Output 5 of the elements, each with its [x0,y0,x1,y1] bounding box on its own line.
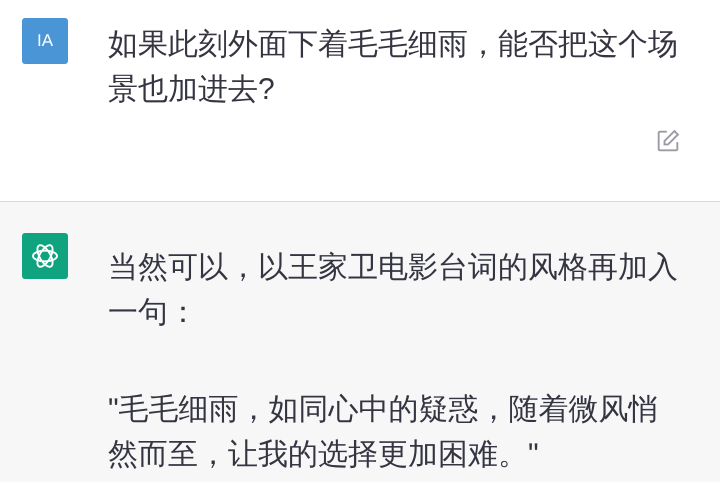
message-text: "毛毛细雨，如同心中的疑惑，随着微风悄然而至，让我的选择更加困难。" [108,392,660,473]
user-avatar: IA [22,18,68,64]
message-text: 如果此刻外面下着毛毛细雨，能否把这个场景也加进去? [108,27,679,108]
message-text: 当然可以，以王家卫电影台词的风格再加入一句： [108,250,679,331]
assistant-avatar-icon [22,233,68,279]
